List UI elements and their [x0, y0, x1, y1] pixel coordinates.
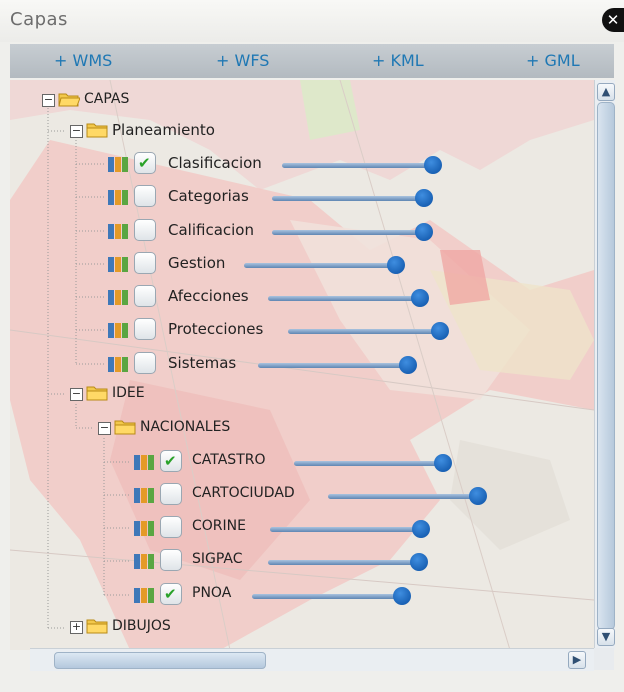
opacity-slider[interactable]	[268, 296, 418, 301]
layer-label: CORINE	[192, 518, 246, 534]
add-wfs-link[interactable]: + WFS	[216, 51, 269, 70]
opacity-slider[interactable]	[272, 230, 422, 235]
panel-title: Capas	[10, 9, 68, 30]
layer-label: CARTOCIUDAD	[192, 485, 295, 501]
collapse-nacionales-icon[interactable]: −	[98, 422, 111, 435]
expand-dibujos-icon[interactable]: +	[70, 621, 83, 634]
layer-checkbox[interactable]	[160, 516, 182, 538]
layer-label: Sistemas	[168, 354, 237, 372]
layer-checkbox[interactable]	[134, 352, 156, 374]
layer-checkbox[interactable]: ✔	[160, 583, 182, 605]
layer-stack-icon	[134, 521, 154, 536]
checkmark-icon: ✔	[164, 585, 177, 603]
layer-stack-icon	[108, 257, 128, 272]
add-kml-link[interactable]: + KML	[372, 51, 424, 70]
arrow-right-icon[interactable]: ▶	[568, 651, 586, 669]
layer-stack-icon	[134, 588, 154, 603]
layer-stack-icon	[108, 190, 128, 205]
checkmark-icon: ✔	[164, 452, 177, 470]
horizontal-scrollbar[interactable]	[30, 648, 594, 671]
folder-open-icon	[58, 93, 80, 107]
layer-label: PNOA	[192, 585, 232, 601]
opacity-slider-knob[interactable]	[415, 189, 433, 207]
layer-label: Categorias	[168, 187, 249, 205]
layer-tree: − CAPAS − Planeamiento ✔ Clasificacion C…	[10, 80, 594, 650]
vertical-scroll-thumb[interactable]	[597, 102, 615, 630]
layer-stack-icon	[108, 224, 128, 239]
opacity-slider-knob[interactable]	[399, 356, 417, 374]
arrow-up-icon[interactable]: ▲	[597, 83, 615, 101]
opacity-slider[interactable]	[282, 163, 432, 168]
layer-label: SIGPAC	[192, 551, 243, 567]
folder-icon	[86, 619, 108, 634]
titlebar: Capas ✕	[0, 0, 624, 42]
opacity-slider-knob[interactable]	[411, 289, 429, 307]
folder-icon	[86, 123, 108, 138]
opacity-slider-knob[interactable]	[412, 520, 430, 538]
layer-label: Calificacion	[168, 221, 254, 239]
layer-checkbox[interactable]	[160, 549, 182, 571]
nacionales-label: NACIONALES	[140, 419, 231, 435]
close-icon[interactable]: ✕	[602, 8, 624, 32]
layer-label: Protecciones	[168, 320, 264, 338]
collapse-idee-icon[interactable]: −	[70, 388, 83, 401]
layer-stack-icon	[134, 554, 154, 569]
layer-stack-icon	[108, 290, 128, 305]
layer-stack-icon	[108, 323, 128, 338]
capas-label: CAPAS	[84, 91, 130, 107]
layer-checkbox[interactable]	[134, 252, 156, 274]
opacity-slider[interactable]	[270, 527, 420, 532]
add-gml-link[interactable]: + GML	[526, 51, 580, 70]
layer-checkbox[interactable]	[134, 219, 156, 241]
folder-icon	[86, 386, 108, 401]
opacity-slider-knob[interactable]	[387, 256, 405, 274]
opacity-slider-knob[interactable]	[469, 487, 487, 505]
layer-label: CATASTRO	[192, 452, 266, 468]
opacity-slider-knob[interactable]	[410, 553, 428, 571]
opacity-slider[interactable]	[252, 594, 402, 599]
opacity-slider[interactable]	[268, 560, 418, 565]
vertical-scrollbar[interactable]: ▲ ▼	[594, 80, 615, 650]
collapse-capas-icon[interactable]: −	[42, 94, 55, 107]
dibujos-label: DIBUJOS	[112, 618, 171, 634]
opacity-slider[interactable]	[328, 494, 478, 499]
layer-checkbox[interactable]: ✔	[160, 450, 182, 472]
opacity-slider[interactable]	[258, 363, 408, 368]
layer-stack-icon	[134, 455, 154, 470]
layer-checkbox[interactable]	[134, 185, 156, 207]
collapse-planeamiento-icon[interactable]: −	[70, 125, 83, 138]
opacity-slider-knob[interactable]	[424, 156, 442, 174]
opacity-slider-knob[interactable]	[434, 454, 452, 472]
opacity-slider-knob[interactable]	[431, 322, 449, 340]
scroll-corner	[594, 648, 614, 670]
folder-icon	[114, 420, 136, 435]
layer-label: Gestion	[168, 254, 226, 272]
add-layer-toolbar: + WMS + WFS + KML + GML	[10, 44, 614, 78]
opacity-slider[interactable]	[288, 329, 438, 334]
layer-stack-icon	[134, 488, 154, 503]
horizontal-scroll-thumb[interactable]	[54, 652, 266, 669]
opacity-slider[interactable]	[294, 461, 444, 466]
idee-label: IDEE	[112, 385, 145, 401]
arrow-down-icon[interactable]: ▼	[597, 628, 615, 646]
layer-stack-icon	[108, 157, 128, 172]
opacity-slider-knob[interactable]	[393, 587, 411, 605]
layer-label: Afecciones	[168, 287, 249, 305]
layer-checkbox[interactable]	[134, 285, 156, 307]
layer-checkbox[interactable]: ✔	[134, 152, 156, 174]
checkmark-icon: ✔	[138, 154, 151, 172]
opacity-slider[interactable]	[244, 263, 394, 268]
planeamiento-label: Planeamiento	[112, 121, 215, 139]
layer-label: Clasificacion	[168, 154, 262, 172]
add-wms-link[interactable]: + WMS	[54, 51, 112, 70]
opacity-slider[interactable]	[272, 196, 422, 201]
layers-panel: Capas ✕ + WMS + WFS + KML + GML − CAPAS …	[0, 0, 624, 692]
layer-checkbox[interactable]	[160, 483, 182, 505]
opacity-slider-knob[interactable]	[415, 223, 433, 241]
layer-checkbox[interactable]	[134, 318, 156, 340]
layer-stack-icon	[108, 357, 128, 372]
